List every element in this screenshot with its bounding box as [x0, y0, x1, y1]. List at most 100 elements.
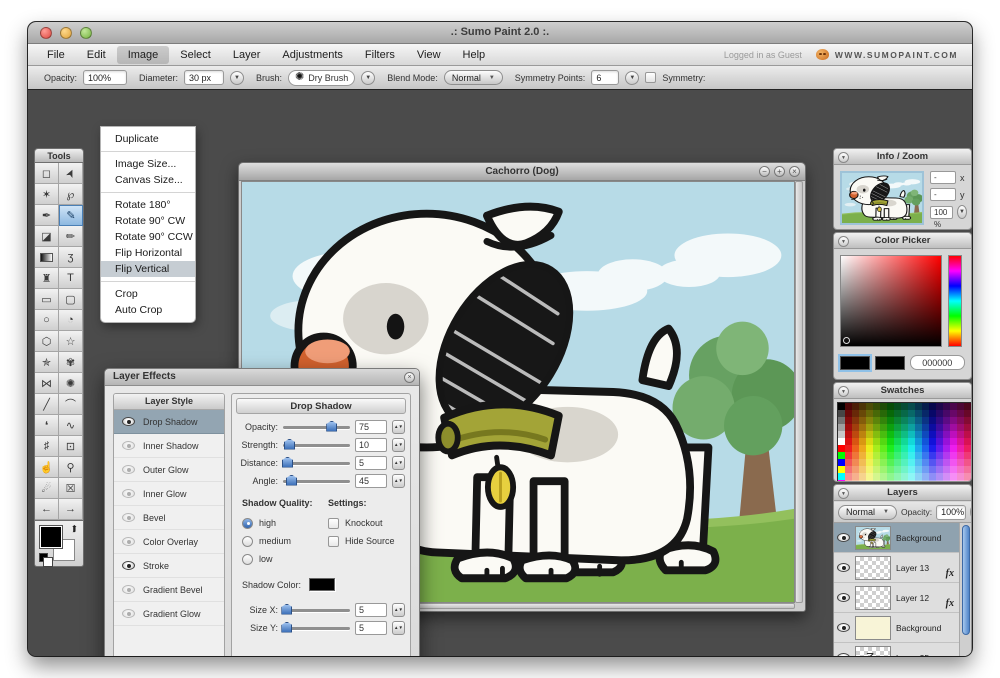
color-swatch[interactable]: [957, 452, 964, 459]
color-swatch[interactable]: [859, 480, 866, 481]
color-swatch[interactable]: [880, 424, 887, 431]
color-swatch[interactable]: [866, 424, 873, 431]
smudge-tool[interactable]: ∿: [59, 415, 83, 436]
color-swatch[interactable]: [915, 417, 922, 424]
color-swatch[interactable]: [901, 417, 908, 424]
document-close-icon[interactable]: ×: [789, 166, 800, 177]
color-swatch[interactable]: [908, 459, 915, 466]
menu-image[interactable]: Image: [116, 45, 170, 64]
color-swatch[interactable]: [880, 459, 887, 466]
color-swatch[interactable]: [929, 403, 936, 410]
color-swatch[interactable]: [915, 431, 922, 438]
color-swatch[interactable]: [887, 473, 894, 480]
layer-style-gradient-bevel[interactable]: Gradient Bevel: [114, 578, 224, 602]
color-swatch[interactable]: [880, 431, 887, 438]
color-swatch[interactable]: [887, 424, 894, 431]
color-swatch[interactable]: [894, 452, 901, 459]
color-swatch[interactable]: [838, 480, 845, 481]
menu-view[interactable]: View: [406, 46, 452, 64]
layer-opacity-dropdown-icon[interactable]: ▼: [970, 505, 971, 519]
color-swatch[interactable]: [859, 438, 866, 445]
slider-thumb[interactable]: [281, 621, 293, 633]
color-swatch[interactable]: [901, 473, 908, 480]
color-swatch[interactable]: [929, 473, 936, 480]
color-swatch[interactable]: [838, 410, 845, 417]
visibility-eye-icon[interactable]: [122, 585, 135, 594]
color-swatch[interactable]: [943, 473, 950, 480]
color-swatch[interactable]: [922, 459, 929, 466]
layer-style-drop-shadow[interactable]: Drop Shadow: [114, 410, 224, 434]
color-swatch[interactable]: [873, 417, 880, 424]
text-tool[interactable]: T: [59, 268, 83, 289]
color-swatch[interactable]: [950, 403, 957, 410]
flower-shape-tool[interactable]: ✾: [59, 352, 83, 373]
visibility-eye-icon[interactable]: [837, 623, 850, 632]
color-swatch[interactable]: [852, 480, 859, 481]
trash-tool[interactable]: ☒: [59, 478, 83, 499]
color-swatch[interactable]: [943, 452, 950, 459]
color-swatch[interactable]: [873, 445, 880, 452]
slider-thumb[interactable]: [286, 474, 298, 486]
layer-row-background[interactable]: Background: [834, 523, 959, 553]
visibility-eye-icon[interactable]: [122, 441, 135, 450]
size-x-slider[interactable]: [281, 603, 350, 615]
color-swatch[interactable]: [936, 452, 943, 459]
setting-knockout[interactable]: Knockout: [328, 514, 404, 532]
color-swatch[interactable]: [894, 459, 901, 466]
color-swatch[interactable]: [929, 417, 936, 424]
color-swatch[interactable]: [845, 445, 852, 452]
layer-effects-title-bar[interactable]: Layer Effects ×: [105, 369, 419, 386]
checkbox-icon[interactable]: [328, 517, 339, 529]
color-swatch[interactable]: [908, 431, 915, 438]
color-swatch[interactable]: [943, 445, 950, 452]
color-swatch[interactable]: [838, 445, 845, 452]
color-swatch[interactable]: [887, 403, 894, 410]
color-swatch[interactable]: [852, 410, 859, 417]
color-swatch[interactable]: [915, 445, 922, 452]
color-swatch[interactable]: [964, 452, 971, 459]
color-swatch[interactable]: [894, 403, 901, 410]
color-swatch[interactable]: [838, 431, 845, 438]
color-swatch[interactable]: [880, 466, 887, 473]
color-swatch[interactable]: [880, 480, 887, 481]
layer-style-bevel[interactable]: Bevel: [114, 506, 224, 530]
document-maximize-icon[interactable]: +: [774, 166, 785, 177]
color-swatch[interactable]: [908, 417, 915, 424]
color-swatch[interactable]: [964, 417, 971, 424]
distance-input[interactable]: 5: [355, 456, 387, 470]
color-swatch[interactable]: [838, 473, 845, 480]
menu-layer[interactable]: Layer: [222, 46, 272, 64]
color-swatch[interactable]: [873, 466, 880, 473]
color-swatch[interactable]: [929, 452, 936, 459]
color-swatch[interactable]: [866, 438, 873, 445]
color-swatch[interactable]: [852, 424, 859, 431]
color-swatch[interactable]: [950, 431, 957, 438]
color-swatch[interactable]: [873, 424, 880, 431]
visibility-eye-icon[interactable]: [122, 465, 135, 474]
visibility-eye-icon[interactable]: [837, 593, 850, 602]
diameter-dropdown-icon[interactable]: ▼: [230, 70, 245, 85]
brush-dropdown-icon[interactable]: ▼: [361, 70, 376, 85]
color-swatch[interactable]: [936, 417, 943, 424]
color-swatch[interactable]: [901, 424, 908, 431]
color-swatch[interactable]: [929, 410, 936, 417]
color-swatch[interactable]: [929, 438, 936, 445]
color-swatch[interactable]: [957, 417, 964, 424]
radio-icon[interactable]: [242, 517, 253, 529]
color-swatch[interactable]: [950, 473, 957, 480]
color-swatch[interactable]: [852, 431, 859, 438]
stepper-icon[interactable]: ▲▼: [392, 456, 405, 470]
visibility-eye-icon[interactable]: [122, 561, 135, 570]
color-swatch[interactable]: [929, 480, 936, 481]
symmetry-points-dropdown-icon[interactable]: ▼: [625, 70, 640, 85]
menu-item-flip-horizontal[interactable]: Flip Horizontal: [101, 245, 195, 261]
color-swatch[interactable]: [922, 480, 929, 481]
color-swatch[interactable]: [887, 431, 894, 438]
color-swatch[interactable]: [852, 417, 859, 424]
slider-thumb[interactable]: [282, 456, 294, 468]
color-swatch[interactable]: [859, 452, 866, 459]
color-swatch[interactable]: [852, 466, 859, 473]
splat-shape-tool[interactable]: ✺: [59, 373, 83, 394]
color-swatch[interactable]: [964, 438, 971, 445]
menu-item-auto-crop[interactable]: Auto Crop: [101, 302, 195, 318]
